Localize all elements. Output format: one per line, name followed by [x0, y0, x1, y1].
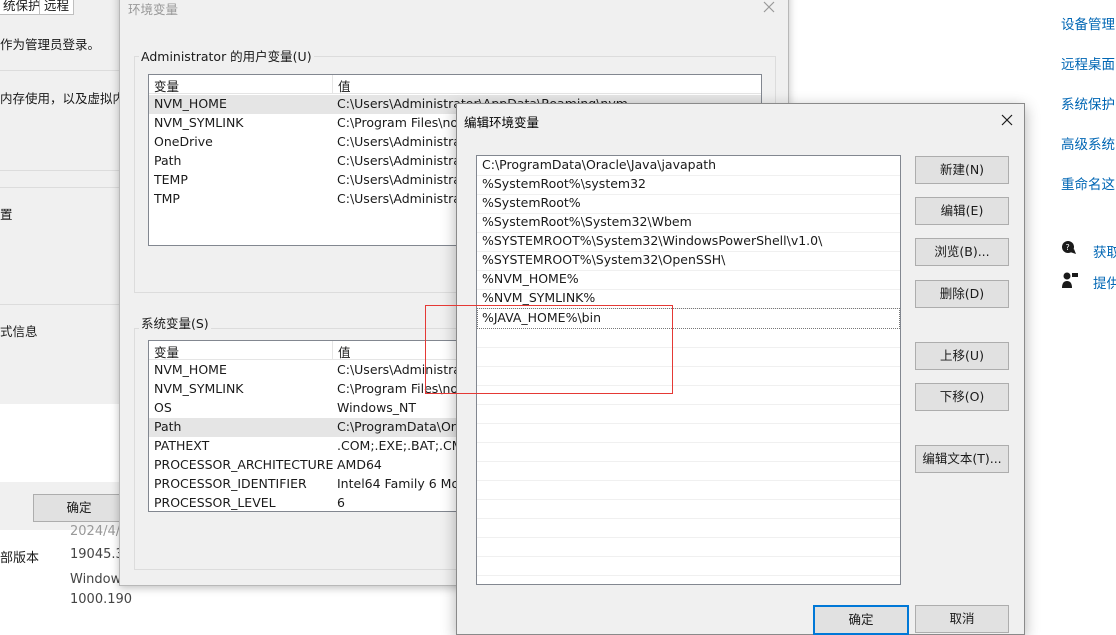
system-variables-label: 系统变量(S): [139, 313, 211, 332]
link-advanced-system[interactable]: 高级系统: [1061, 133, 1115, 153]
var-name: TMP: [154, 191, 180, 206]
column-separator[interactable]: [332, 75, 333, 93]
path-entry: %SYSTEMROOT%\System32\OpenSSH\: [482, 252, 726, 267]
move-up-button[interactable]: 上移(U): [915, 342, 1009, 370]
close-icon[interactable]: [761, 0, 777, 15]
var-name: OneDrive: [154, 134, 213, 149]
performance-note: 内存使用，以及虚拟内: [0, 91, 126, 106]
startup-recovery-label: 置: [0, 207, 13, 222]
column-header-variable[interactable]: 变量: [154, 76, 179, 95]
var-name: NVM_HOME: [154, 362, 227, 377]
column-header-value[interactable]: 值: [338, 342, 351, 361]
path-entry: %SystemRoot%: [482, 195, 581, 210]
var-value: C:\Users\Administrat: [337, 172, 466, 187]
browse-button[interactable]: 浏览(B)...: [915, 238, 1009, 266]
feedback-icon: [1062, 272, 1078, 288]
install-date: 2024/4/: [70, 524, 121, 539]
list-item[interactable]: [477, 556, 900, 576]
os-build-label: 部版本: [0, 551, 40, 566]
var-name: NVM_HOME: [154, 96, 227, 111]
column-header-variable[interactable]: 变量: [154, 342, 179, 361]
admin-note: 作为管理员登录。: [0, 37, 101, 52]
var-value: Intel64 Family 6 Mod: [337, 476, 468, 491]
var-name: PATHEXT: [154, 438, 210, 453]
link-rename-pc[interactable]: 重命名这: [1061, 173, 1115, 193]
user-variables-label: Administrator 的用户变量(U): [139, 46, 314, 65]
edition-label: Window: [70, 572, 122, 587]
list-header: 变量 值: [149, 75, 761, 94]
ok-button[interactable]: 确定: [33, 494, 125, 522]
list-item[interactable]: [477, 461, 900, 481]
highlight-annotation-box: [425, 305, 673, 394]
var-value: C:\Users\Administrat: [337, 153, 466, 168]
var-name: PROCESSOR_LEVEL: [154, 495, 276, 510]
var-name: PROCESSOR_IDENTIFIER: [154, 476, 307, 491]
list-item[interactable]: [477, 537, 900, 557]
path-entry: %NVM_SYMLINK%: [482, 290, 596, 305]
link-get-help[interactable]: 获取: [1093, 241, 1116, 261]
var-name: Path: [154, 153, 182, 168]
edition-value: 1000.190: [70, 592, 133, 607]
column-separator[interactable]: [332, 341, 333, 359]
debug-info-label: 式信息: [0, 324, 38, 339]
path-entry: %SystemRoot%\system32: [482, 176, 646, 191]
list-item[interactable]: %NVM_HOME%: [477, 270, 900, 290]
var-name: NVM_SYMLINK: [154, 115, 244, 130]
ok-button[interactable]: 确定: [813, 605, 909, 635]
var-value: C:\Users\Administrat: [337, 191, 466, 206]
var-value: AMD64: [337, 457, 382, 472]
divider: [0, 170, 125, 171]
var-name: OS: [154, 400, 172, 415]
svg-text:?: ?: [1066, 243, 1070, 252]
var-name: Path: [154, 419, 182, 434]
close-icon[interactable]: [999, 112, 1015, 128]
help-chat-icon: ?: [1062, 241, 1076, 254]
var-name: PROCESSOR_ARCHITECTURE: [154, 457, 334, 472]
list-item[interactable]: [477, 423, 900, 443]
list-item[interactable]: %SYSTEMROOT%\System32\OpenSSH\: [477, 251, 900, 271]
system-properties-window: 统保护 远程 作为管理员登录。 内存使用，以及虚拟内 置 式信息 确定: [0, 0, 126, 530]
list-item[interactable]: %SystemRoot%\System32\Wbem: [477, 213, 900, 233]
move-down-button[interactable]: 下移(O): [915, 383, 1009, 411]
divider: [0, 187, 125, 188]
link-feedback[interactable]: 提供: [1093, 272, 1116, 292]
list-item[interactable]: %SYSTEMROOT%\System32\WindowsPowerShell\…: [477, 232, 900, 252]
edit-button[interactable]: 编辑(E): [915, 197, 1009, 225]
divider: [0, 70, 125, 71]
list-item[interactable]: [477, 404, 900, 424]
var-value: 6: [337, 495, 345, 510]
list-item[interactable]: [477, 518, 900, 538]
var-value: .COM;.EXE;.BAT;.CMD: [337, 438, 473, 453]
var-name: NVM_SYMLINK: [154, 381, 244, 396]
list-item[interactable]: [477, 442, 900, 462]
list-item[interactable]: C:\ProgramData\Oracle\Java\javapath: [477, 156, 900, 176]
path-entry: %NVM_HOME%: [482, 271, 579, 286]
link-system-protection[interactable]: 系统保护: [1061, 93, 1115, 113]
blank-area: [0, 404, 125, 482]
dialog-title: 环境变量: [128, 2, 179, 17]
list-item[interactable]: %SystemRoot%: [477, 194, 900, 214]
path-entry: C:\ProgramData\Oracle\Java\javapath: [482, 157, 717, 172]
list-item[interactable]: [477, 499, 900, 519]
link-remote-desktop[interactable]: 远程桌面: [1061, 53, 1115, 73]
var-name: TEMP: [154, 172, 188, 187]
var-value: C:\ProgramData\Ora: [337, 419, 464, 434]
link-device-manager[interactable]: 设备管理: [1061, 13, 1115, 33]
delete-button[interactable]: 删除(D): [915, 280, 1009, 308]
new-button[interactable]: 新建(N): [915, 156, 1009, 184]
tab-remote[interactable]: 远程: [39, 0, 75, 15]
cancel-button[interactable]: 取消: [915, 605, 1009, 633]
list-item[interactable]: [477, 480, 900, 500]
edit-text-button[interactable]: 编辑文本(T)...: [915, 445, 1009, 473]
path-entry: %SystemRoot%\System32\Wbem: [482, 214, 692, 229]
divider: [0, 304, 125, 305]
var-value: C:\Users\Administrat: [337, 134, 466, 149]
dialog-title: 编辑环境变量: [464, 115, 540, 130]
path-entry: %SYSTEMROOT%\System32\WindowsPowerShell\…: [482, 233, 823, 248]
var-value: Windows_NT: [337, 400, 417, 415]
column-header-value[interactable]: 值: [338, 76, 351, 95]
var-value: C:\Program Files\noc: [337, 115, 465, 130]
list-item[interactable]: %SystemRoot%\system32: [477, 175, 900, 195]
